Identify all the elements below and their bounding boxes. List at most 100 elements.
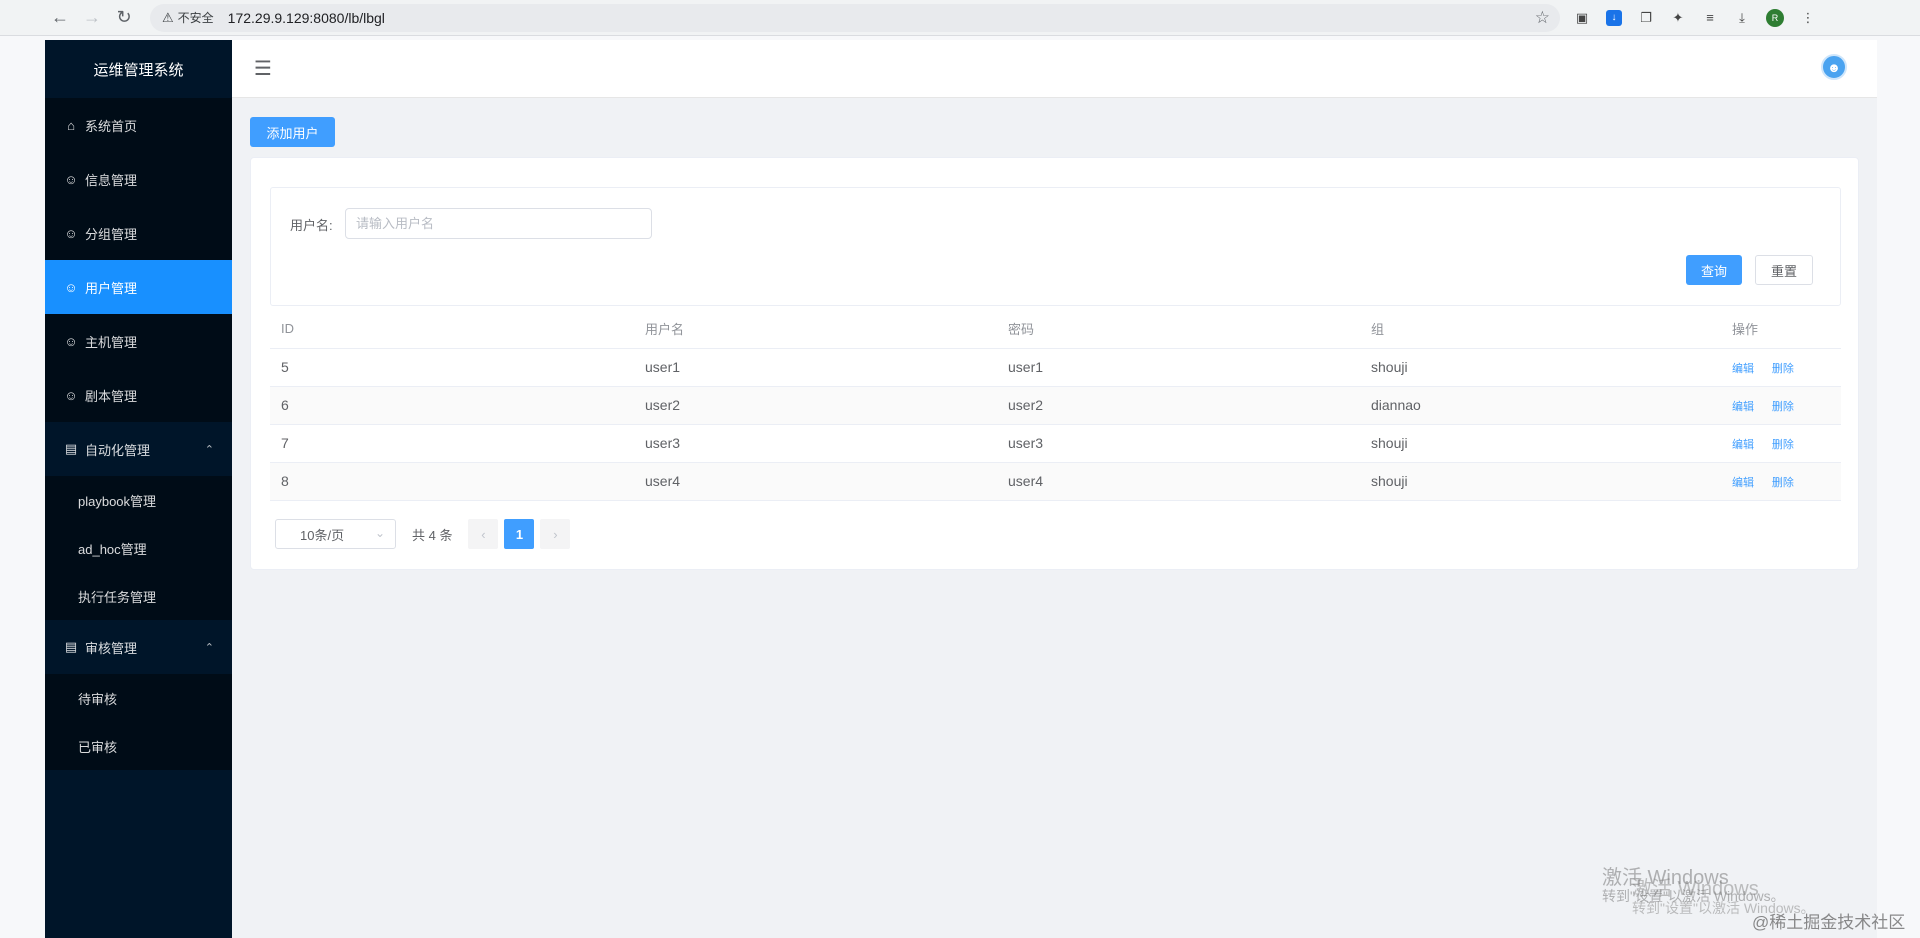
home-icon: ⌂ [67, 117, 75, 133]
profile-avatar[interactable]: R [1766, 8, 1784, 27]
user-icon: ☺ [64, 387, 78, 403]
puzzle-icon[interactable]: ✦ [1670, 10, 1686, 26]
url-text: 172.29.9.129:8080/lb/lbgl [227, 9, 385, 26]
sidebar-item-playbooks[interactable]: ☺ 剧本管理 [45, 368, 232, 422]
edit-link[interactable]: 编辑 [1732, 439, 1754, 451]
sidebar-subitem-reviewed[interactable]: 已审核 [45, 722, 232, 770]
app-window: 运维管理系统 ⌂ 系统首页 ☺ 信息管理 ☺ 分组管理 ☺ 用户管理 ☺ 主机管… [45, 40, 1877, 938]
menu-dots-icon[interactable]: ⋮ [1800, 10, 1816, 26]
extension-icons: ▣ ↓ ❐ ✦ ≡ ⤓ R ⋮ [1574, 8, 1816, 27]
column-header-password[interactable]: 密码 [997, 310, 1360, 349]
windows-activation-title-echo: 激活 Windows [1632, 878, 1759, 900]
add-user-button[interactable]: 添加用户 [250, 117, 335, 147]
sidebar-item-label: 信息管理 [85, 172, 138, 188]
bookmark-star-icon[interactable]: ☆ [1535, 8, 1550, 28]
delete-link[interactable]: 删除 [1772, 363, 1794, 375]
page-gutter [1877, 36, 1920, 938]
sidebar-item-info[interactable]: ☺ 信息管理 [45, 152, 232, 206]
pagination: 10条/页 ⌄ 共 4 条 ‹ 1 › [275, 519, 571, 549]
sidebar-item-label: 剧本管理 [85, 388, 138, 404]
table-row: 8 user4 user4 shouji 编辑 删除 [270, 462, 1841, 501]
security-label: 不安全 [177, 11, 214, 25]
table-row: 7 user3 user3 shouji 编辑 删除 [270, 424, 1841, 463]
chevron-down-icon: ⌄ [374, 526, 385, 540]
sidebar-group-label: 自动化管理 [85, 442, 151, 458]
user-icon: ☺ [64, 279, 78, 295]
edit-link[interactable]: 编辑 [1732, 401, 1754, 413]
reading-list-icon[interactable]: ≡ [1702, 10, 1718, 26]
cell-group: shouji [1360, 348, 1721, 387]
top-header: ☰ ☻ [232, 40, 1877, 98]
cell-group: diannao [1360, 386, 1721, 425]
user-icon: ☺ [64, 333, 78, 349]
avatar[interactable]: ☻ [1821, 54, 1847, 80]
sidebar-group-automation[interactable]: ▤ 自动化管理 ⌃ [45, 422, 232, 476]
cell-username: user1 [634, 348, 997, 387]
delete-link[interactable]: 删除 [1772, 477, 1794, 489]
search-panel: 用户名: 查询 重置 [270, 187, 1841, 306]
username-search-input[interactable] [345, 208, 652, 239]
hamburger-menu-icon[interactable]: ☰ [254, 59, 272, 79]
table-row: 6 user2 user2 diannao 编辑 删除 [270, 386, 1841, 425]
total-count: 共 4 条 [412, 527, 453, 543]
cell-id: 6 [270, 386, 634, 425]
download-extension-icon[interactable]: ↓ [1606, 9, 1622, 26]
sidebar-item-groups[interactable]: ☺ 分组管理 [45, 206, 232, 260]
sidebar-subitem-playbook[interactable]: playbook管理 [45, 476, 232, 524]
extension-icon[interactable]: ▣ [1574, 10, 1590, 26]
column-header-group[interactable]: 组 [1360, 310, 1721, 349]
cell-username: user2 [634, 386, 997, 425]
address-bar[interactable]: ⚠ 不安全 172.29.9.129:8080/lb/lbgl ☆ [150, 3, 1560, 32]
sidebar-group-review[interactable]: ▤ 审核管理 ⌃ [45, 620, 232, 674]
warning-icon: ⚠ [162, 9, 174, 25]
sidebar-item-home[interactable]: ⌂ 系统首页 [45, 98, 232, 152]
cell-password: user2 [997, 386, 1360, 425]
chevron-up-icon: ⌃ [204, 641, 214, 654]
app-title: 运维管理系统 [45, 40, 232, 98]
sidebar-subitem-pending[interactable]: 待审核 [45, 674, 232, 722]
edit-link[interactable]: 编辑 [1732, 477, 1754, 489]
cell-actions: 编辑 删除 [1721, 462, 1841, 501]
sidebar-subitem-adhoc[interactable]: ad_hoc管理 [45, 524, 232, 572]
chevron-up-icon: ⌃ [204, 443, 214, 456]
cell-actions: 编辑 删除 [1721, 386, 1841, 425]
next-page-button[interactable]: › [540, 519, 571, 549]
cell-id: 7 [270, 424, 634, 463]
sidebar-item-label: 分组管理 [85, 226, 138, 242]
reload-icon[interactable]: ↻ [108, 2, 140, 34]
delete-link[interactable]: 删除 [1772, 439, 1794, 451]
column-header-id[interactable]: ID [270, 310, 634, 349]
cell-group: shouji [1360, 424, 1721, 463]
sidebar-item-hosts[interactable]: ☺ 主机管理 [45, 314, 232, 368]
page-number-button[interactable]: 1 [504, 519, 535, 549]
sidebar-item-users[interactable]: ☺ 用户管理 [45, 260, 232, 314]
back-icon[interactable]: ← [44, 2, 76, 34]
username-label: 用户名: [290, 218, 333, 233]
page-size-select[interactable]: 10条/页 ⌄ [275, 519, 396, 549]
delete-link[interactable]: 删除 [1772, 401, 1794, 413]
cell-actions: 编辑 删除 [1721, 424, 1841, 463]
query-button[interactable]: 查询 [1686, 255, 1742, 285]
column-header-username[interactable]: 用户名 [634, 310, 997, 349]
cell-username: user4 [634, 462, 997, 501]
sidebar-subitem-tasks[interactable]: 执行任务管理 [45, 572, 232, 620]
sidebar-group-label: 审核管理 [85, 640, 138, 656]
browser-nav: ← → ↻ [44, 2, 140, 34]
site-watermark: @稀土掘金技术社区 [1752, 913, 1906, 932]
document-icon: ▤ [64, 441, 78, 456]
copy-extension-icon[interactable]: ❐ [1638, 10, 1654, 26]
downloads-icon[interactable]: ⤓ [1734, 10, 1750, 26]
user-icon: ☺ [64, 225, 78, 241]
cell-username: user3 [634, 424, 997, 463]
cell-password: user4 [997, 462, 1360, 501]
sidebar-item-label: 主机管理 [85, 334, 138, 350]
main-content: ☰ ☻ 添加用户 用户名: 查询 重置 ID 用户名 密码 组 操作 [232, 40, 1877, 938]
security-badge[interactable]: ⚠ 不安全 [162, 9, 214, 26]
column-header-actions: 操作 [1721, 310, 1841, 349]
reset-button[interactable]: 重置 [1755, 255, 1813, 285]
document-icon: ▤ [64, 639, 78, 654]
forward-icon[interactable]: → [76, 2, 108, 34]
sidebar-item-label: 用户管理 [85, 280, 138, 296]
edit-link[interactable]: 编辑 [1732, 363, 1754, 375]
prev-page-button[interactable]: ‹ [468, 519, 499, 549]
